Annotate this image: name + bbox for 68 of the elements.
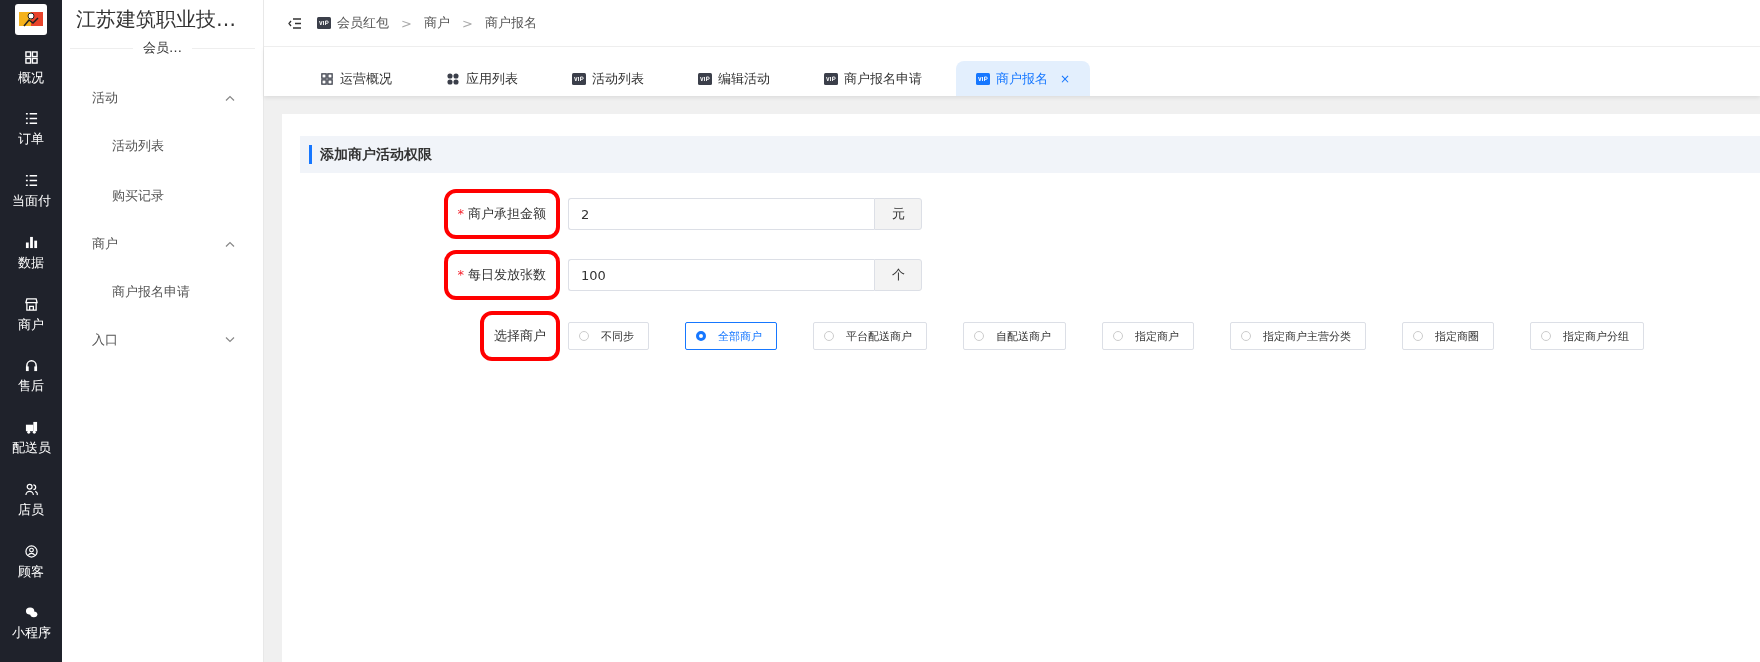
tab[interactable]: 应用列表 [426,61,538,96]
nav-item[interactable]: 数据 [18,253,44,272]
menu-group[interactable]: 活动 [62,75,263,121]
tab[interactable]: 商户报名 × [956,61,1091,96]
tab[interactable]: 活动列表 [552,61,664,96]
nav-item[interactable]: 配送员 [11,439,51,458]
store-icon [24,297,38,311]
unit-addon: 元 [874,198,922,230]
nav-item[interactable]: 概况 [18,68,44,87]
site-title: 江苏建筑职业技… [75,6,237,33]
nav-item[interactable]: 商户 [18,315,44,334]
user-icon [24,544,38,558]
radio-option[interactable]: 不同步 [568,322,649,350]
headset-icon [24,359,38,373]
chevron-up-icon [225,95,235,101]
four-dots-icon [446,72,460,85]
radio-option[interactable]: 指定商户主营分类 [1230,322,1366,350]
field-label: 选择商户 [480,311,560,361]
nav-item[interactable]: 当面付 [11,192,51,211]
menu-group[interactable]: 入口 [62,317,263,363]
nav-item[interactable]: 店员 [18,500,44,519]
app-logo[interactable] [15,4,47,35]
radio-option[interactable]: 指定商圈 [1402,322,1494,350]
breadcrumb-item[interactable]: 会员红包 [337,14,389,32]
vip-icon [572,72,586,85]
vip-icon [317,17,331,29]
vip-icon [976,72,990,85]
breadcrumb-separator: > [401,15,412,31]
radio-option[interactable]: 指定商户 [1102,322,1194,350]
tab[interactable]: 运营概况 [300,61,412,96]
breadcrumb-item[interactable]: 商户报名 [484,14,537,32]
field-label: * 每日发放张数 [443,250,560,300]
grid-icon [24,50,38,64]
site-subtitle: 会员… [142,39,183,57]
nav-item[interactable]: 小程序 [11,624,51,643]
nav-item[interactable]: 售后 [18,377,44,396]
section-title: 添加商户活动权限 [320,145,432,164]
vip-icon [824,72,838,85]
menu-item[interactable]: 活动列表 [62,121,263,171]
vip-icon [698,72,712,85]
radio-option[interactable]: 全部商户 [685,322,777,350]
collapse-menu-icon[interactable] [288,17,301,29]
radio-option[interactable]: 指定商户分组 [1530,322,1644,350]
tab[interactable]: 编辑活动 [678,61,790,96]
menu-item[interactable]: 购买记录 [62,171,263,221]
chevron-up-icon [225,241,235,247]
menu-group[interactable]: 商户 [62,221,263,267]
list-icon [24,174,38,188]
bar-chart-icon [24,235,38,249]
close-icon[interactable]: × [1060,71,1071,86]
people-icon [24,482,38,496]
menu-item[interactable]: 商户报名申请 [62,267,263,317]
input-field[interactable]: 2 [568,198,874,230]
chevron-down-icon [225,337,235,343]
field-label: * 商户承担金额 [443,189,560,239]
nav-item[interactable]: 顾客 [18,562,44,581]
truck-icon [24,421,38,435]
list-icon [24,112,38,126]
radio-option[interactable]: 自配送商户 [963,322,1066,350]
nav-item[interactable]: 订单 [18,130,44,149]
tab[interactable]: 商户报名申请 [804,61,942,96]
chat-icon [24,606,38,620]
unit-addon: 个 [874,259,922,291]
breadcrumb-item[interactable]: 商户 [423,14,450,32]
radio-option[interactable]: 平台配送商户 [813,322,927,350]
input-field[interactable]: 100 [568,259,874,291]
breadcrumb-separator: > [461,15,473,31]
grid-icon [320,72,334,85]
